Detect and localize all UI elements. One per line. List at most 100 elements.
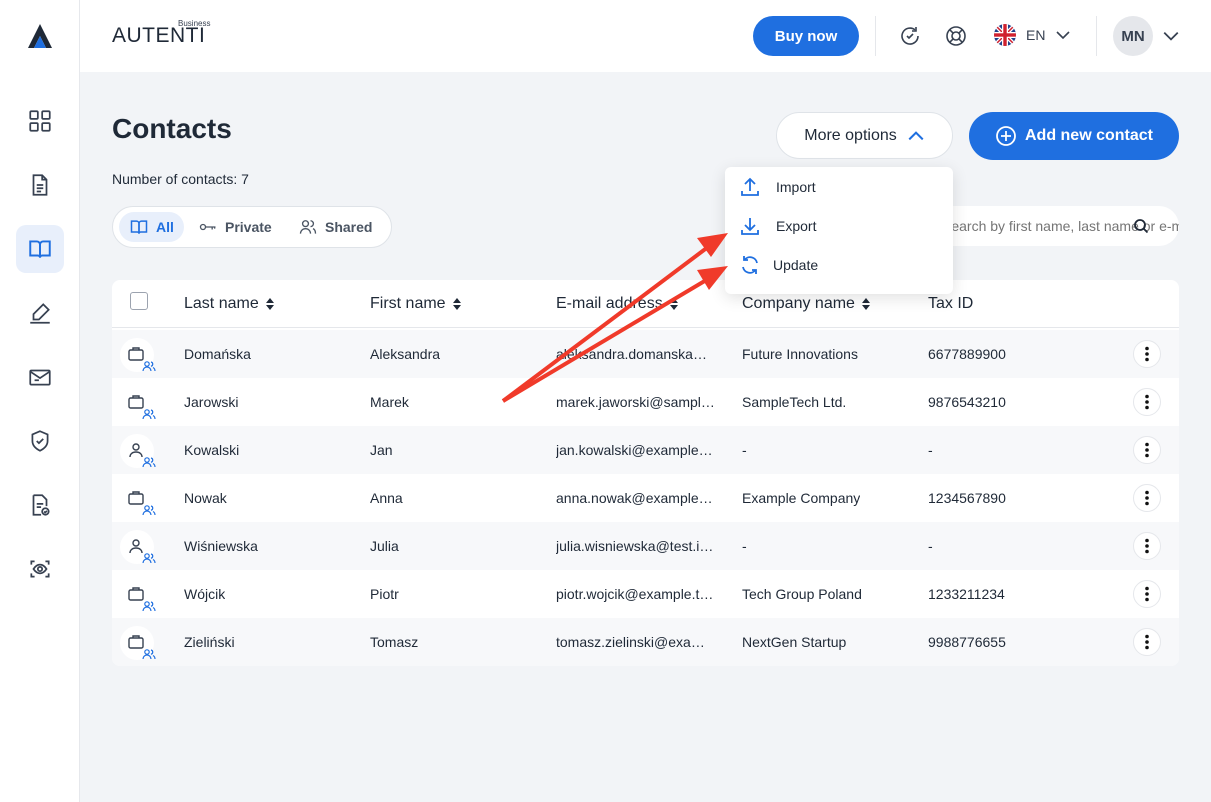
cell-first-name: Anna: [370, 490, 403, 506]
cell-company: Example Company: [742, 490, 861, 506]
table-row[interactable]: Zieliński Tomasz tomasz.zielinski@exam… Nex…: [112, 618, 1179, 666]
row-actions-button[interactable]: [1133, 436, 1161, 464]
contact-type-badge: [120, 482, 156, 516]
divider: [1096, 16, 1097, 56]
cell-company: Future Innovations: [742, 346, 858, 362]
search-icon[interactable]: [1133, 218, 1149, 234]
contact-type-badge: [120, 626, 156, 660]
nav-dashboard[interactable]: [16, 97, 64, 145]
cell-email: aleksandra.domanska@…: [556, 346, 716, 362]
filter-shared[interactable]: Shared: [288, 212, 382, 242]
row-actions-button[interactable]: [1133, 340, 1161, 368]
cell-first-name: Piotr: [370, 586, 399, 602]
column-header-first-name[interactable]: First name: [370, 295, 462, 313]
pen-sign-icon: [30, 303, 50, 324]
column-header-company[interactable]: Company name: [742, 295, 871, 313]
buy-now-button[interactable]: Buy now: [753, 16, 859, 56]
cell-email: marek.jaworski@sampl…: [556, 394, 715, 410]
cell-last-name: Jarowski: [184, 394, 239, 410]
filter-all[interactable]: All: [119, 212, 184, 242]
sort-icon: [669, 298, 678, 310]
menu-item-import[interactable]: Import: [725, 168, 953, 206]
row-actions-button[interactable]: [1133, 580, 1161, 608]
uk-flag-icon: [994, 24, 1016, 46]
cell-tax-id: 1233211234: [928, 586, 1005, 602]
row-actions-button[interactable]: [1133, 532, 1161, 560]
cell-first-name: Marek: [370, 394, 409, 410]
row-actions-button[interactable]: [1133, 388, 1161, 416]
row-actions-button[interactable]: [1133, 484, 1161, 512]
contact-type-badge: [120, 386, 156, 420]
help-lifebuoy-icon[interactable]: [944, 24, 968, 48]
cell-tax-id: 9876543210: [928, 394, 1006, 410]
more-vertical-icon: [1145, 346, 1149, 362]
page-title: Contacts: [112, 113, 232, 144]
menu-item-label: Update: [773, 257, 819, 273]
cell-tax-id: 6677889900: [928, 346, 1006, 362]
cell-email: jan.kowalski@example.…: [556, 442, 716, 458]
users-icon: [299, 220, 317, 234]
more-vertical-icon: [1145, 538, 1149, 554]
nav-documents[interactable]: [16, 161, 64, 209]
divider: [875, 16, 876, 56]
more-options-button[interactable]: More options: [776, 112, 953, 159]
chevron-down-icon[interactable]: [1162, 27, 1180, 45]
cell-company: Tech Group Poland: [742, 586, 862, 602]
table-row[interactable]: Kowalski Jan jan.kowalski@example.… - -: [112, 426, 1179, 474]
filter-shared-label: Shared: [325, 219, 373, 235]
cell-first-name: Tomasz: [370, 634, 419, 650]
grid-icon: [29, 110, 51, 132]
nav-verification[interactable]: [16, 417, 64, 465]
file-check-icon: [32, 494, 50, 516]
nav-signature[interactable]: [16, 289, 64, 337]
shared-users-icon: [142, 361, 156, 372]
column-label: Last name: [184, 295, 259, 312]
filter-all-label: All: [156, 219, 174, 235]
filter-private[interactable]: Private: [188, 212, 282, 242]
column-header-last-name[interactable]: Last name: [184, 295, 275, 313]
cell-company: -: [742, 538, 747, 554]
select-all-checkbox[interactable]: [130, 292, 148, 310]
brand-logo[interactable]: Business AUTENTI: [112, 19, 210, 48]
user-avatar[interactable]: MN: [1113, 16, 1153, 56]
more-options-label: More options: [804, 126, 897, 144]
table-header: Last name First name E-mail address Comp…: [112, 280, 1179, 328]
menu-item-update[interactable]: Update: [725, 246, 953, 284]
chevron-up-icon: [908, 130, 924, 140]
add-new-contact-button[interactable]: Add new contact: [969, 112, 1179, 160]
shared-users-icon: [142, 409, 156, 420]
sort-icon: [265, 298, 274, 310]
shared-users-icon: [142, 505, 156, 516]
shared-users-icon: [142, 457, 156, 468]
contacts-count: Number of contacts: 7: [112, 171, 249, 187]
table-row[interactable]: Nowak Anna anna.nowak@example.… Example Com…: [112, 474, 1179, 522]
brand-tag: Business: [178, 19, 211, 28]
cell-last-name: Domańska: [184, 346, 251, 362]
nav-contacts[interactable]: [16, 225, 64, 273]
column-label: First name: [370, 295, 446, 312]
shared-users-icon: [142, 553, 156, 564]
cell-tax-id: 9988776655: [928, 634, 1006, 650]
nav-preview[interactable]: [16, 545, 64, 593]
cell-last-name: Kowalski: [184, 442, 240, 458]
menu-item-export[interactable]: Export: [725, 207, 953, 245]
table-row[interactable]: Domańska Aleksandra aleksandra.domanska@… F…: [112, 330, 1179, 378]
sync-status-icon[interactable]: [898, 24, 922, 48]
table-row[interactable]: Jarowski Marek marek.jaworski@sampl… Sample…: [112, 378, 1179, 426]
language-code: EN: [1026, 27, 1046, 43]
autenti-logo-icon[interactable]: [26, 22, 54, 50]
column-header-email[interactable]: E-mail address: [556, 295, 679, 313]
book-open-icon: [130, 220, 148, 234]
column-label: E-mail address: [556, 295, 663, 312]
language-selector[interactable]: EN: [994, 24, 1071, 46]
cell-email: piotr.wojcik@example.t…: [556, 586, 714, 602]
table-row[interactable]: Wójcik Piotr piotr.wojcik@example.t… Tech G…: [112, 570, 1179, 618]
cell-first-name: Jan: [370, 442, 393, 458]
table-row[interactable]: Wiśniewska Julia julia.wisniewska@test.in……: [112, 522, 1179, 570]
contacts-table: Last name First name E-mail address Comp…: [112, 280, 1179, 666]
more-options-menu: Import Export Update: [725, 167, 953, 294]
nav-messages[interactable]: [16, 353, 64, 401]
cell-email: julia.wisniewska@test.in…: [556, 538, 716, 554]
nav-templates[interactable]: [16, 481, 64, 529]
row-actions-button[interactable]: [1133, 628, 1161, 656]
